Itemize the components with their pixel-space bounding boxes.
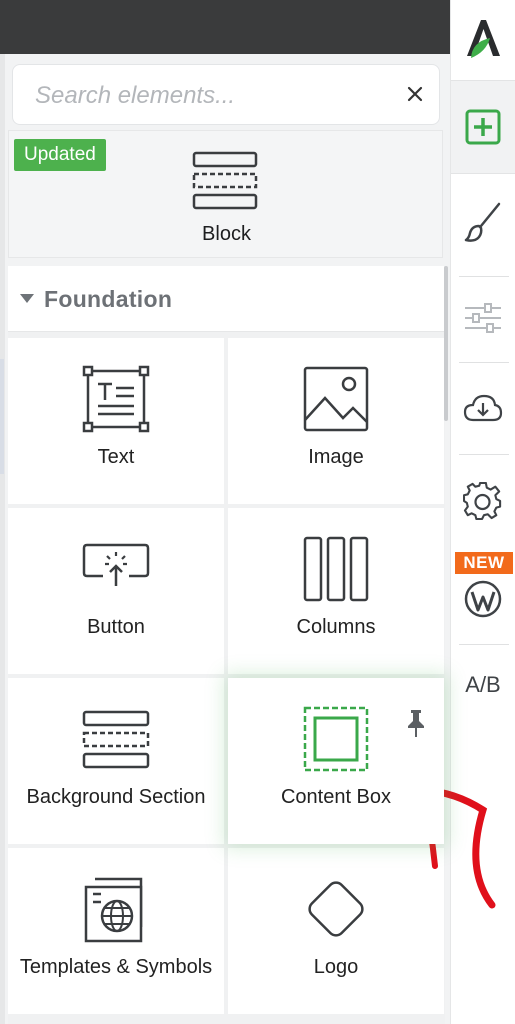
element-label: Image [308,446,364,468]
element-button[interactable]: Button [8,508,224,674]
caret-down-icon [20,294,34,303]
element-logo[interactable]: Logo [228,848,444,1014]
section-title: Foundation [44,286,173,312]
wordpress-tab[interactable] [451,574,515,634]
element-label: Columns [296,616,376,638]
new-badge: NEW [455,552,513,574]
global-settings-tab[interactable] [451,462,515,538]
add-element-icon [465,109,501,145]
logo-icon [228,874,444,944]
columns-icon [228,534,444,604]
close-icon[interactable] [403,82,427,106]
element-templates-symbols[interactable]: Templates & Symbols [8,848,224,1014]
elements-panel: Foundation Text Image Button Columns Bac… [8,266,445,1024]
background-section-icon [8,704,224,774]
cloud-tab[interactable] [451,370,515,446]
cloud-download-icon [463,394,503,422]
button-icon [8,534,224,604]
brush-icon [464,202,501,242]
app-logo[interactable] [451,0,515,78]
element-image[interactable]: Image [228,338,444,504]
templates-symbols-icon [8,874,224,944]
ab-test-icon[interactable]: A/B [451,672,515,698]
add-element-tab[interactable] [451,80,515,174]
app-logo-icon [467,20,500,58]
image-icon [228,364,444,434]
foundation-section-header[interactable]: Foundation [8,266,444,332]
element-label: Button [87,616,145,638]
settings-sliders-tab[interactable] [451,282,515,358]
block-element[interactable]: Updated Block [8,130,443,258]
sidebar-divider [459,644,509,645]
canvas-edge [0,54,5,1024]
text-icon [8,364,224,434]
block-label: Block [202,223,251,245]
element-content-box[interactable]: Content Box [228,678,444,844]
element-columns[interactable]: Columns [228,508,444,674]
element-label: Text [97,446,135,468]
right-sidebar: NEW A/B [450,0,515,1024]
sidebar-divider [459,454,509,455]
panel-scrollbar[interactable] [444,266,448,421]
gear-icon [463,482,502,521]
element-text[interactable]: Text [8,338,224,504]
element-label: Content Box [280,786,392,808]
top-bar [0,0,450,54]
wordpress-icon [464,580,502,618]
element-background-section[interactable]: Background Section [8,678,224,844]
style-tab[interactable] [451,186,515,266]
canvas-selection-mark [0,359,4,474]
element-label: Logo [313,956,359,978]
pin-icon[interactable] [406,708,426,743]
element-label: Background Section [26,786,206,808]
sidebar-divider [459,276,509,277]
search-box[interactable] [12,64,440,125]
sliders-icon [465,303,501,333]
block-icon [192,151,258,216]
sidebar-divider [459,362,509,363]
search-input[interactable] [33,75,397,117]
updated-badge: Updated [14,139,106,171]
element-label: Templates & Symbols [19,956,213,978]
